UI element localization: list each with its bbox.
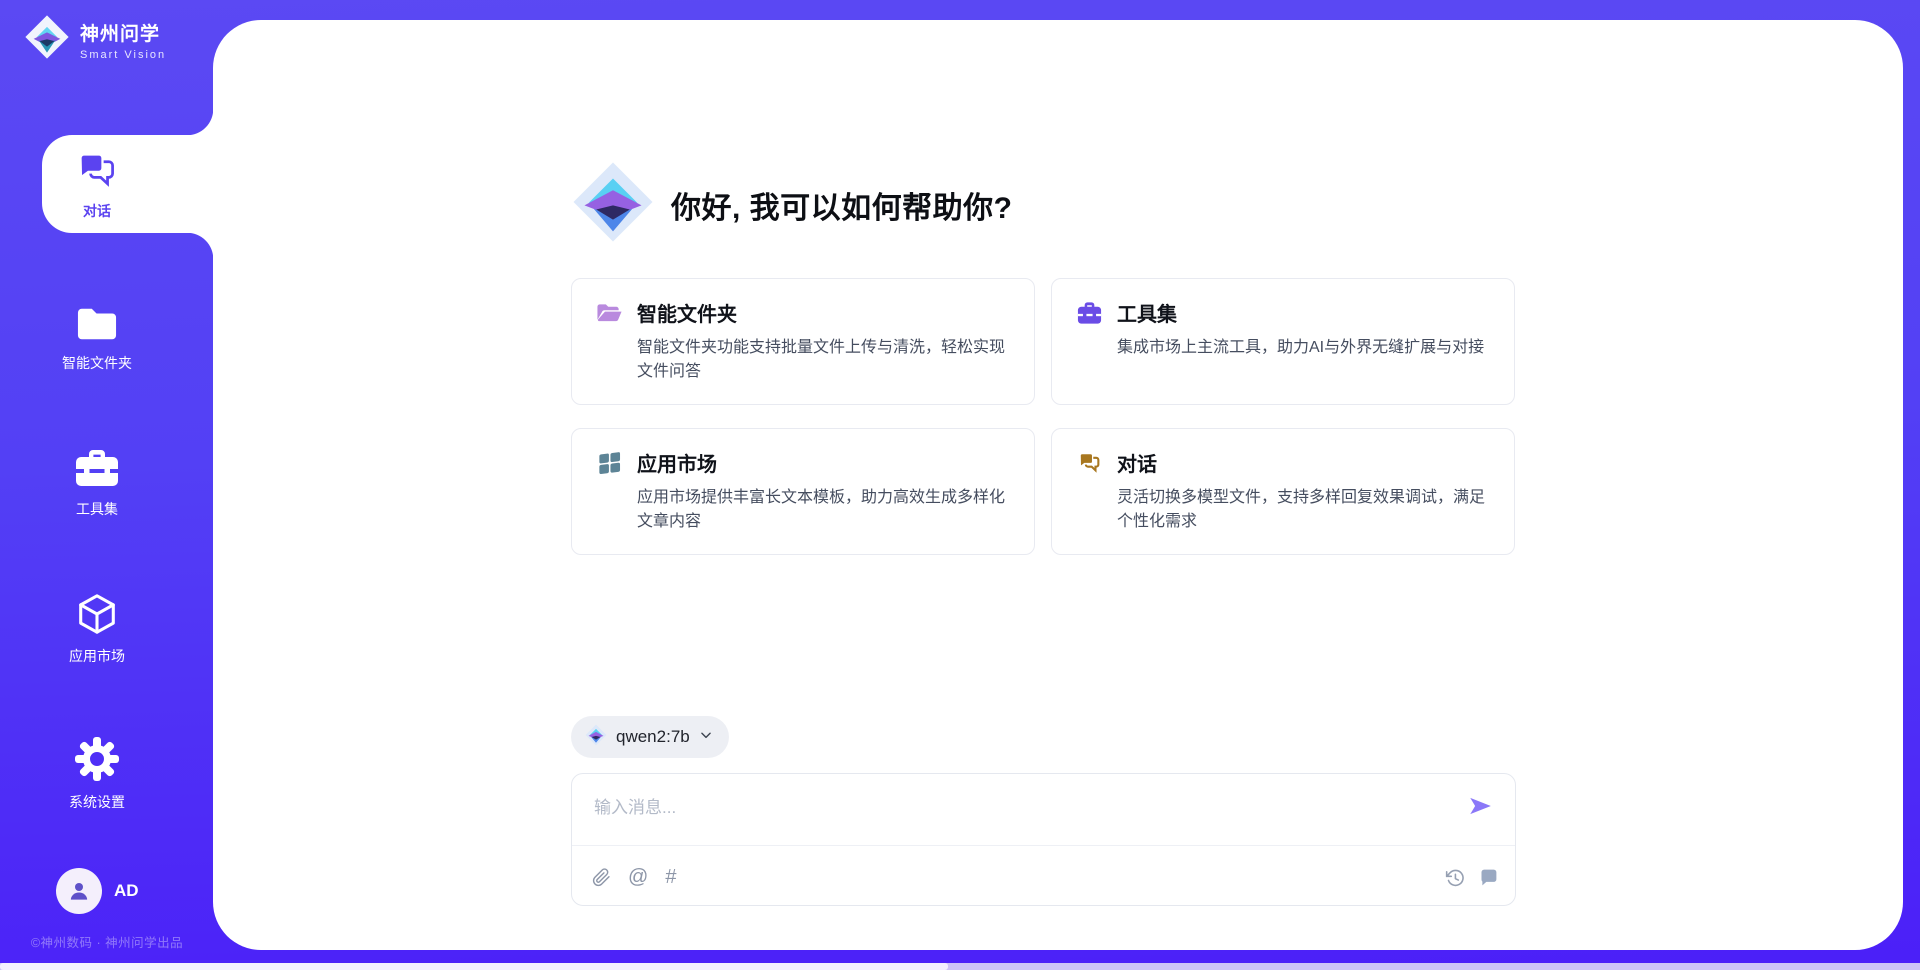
sidebar-item-smart-folder[interactable]: 智能文件夹 [0,288,194,388]
send-button[interactable] [1465,792,1495,822]
sidebar-item-label: 系统设置 [69,792,125,812]
at-icon[interactable]: @ [628,867,648,887]
sidebar-item-label: 应用市场 [69,646,125,666]
grid-cube-icon [596,450,623,476]
sidebar-item-label: 对话 [83,201,111,221]
send-icon [1467,793,1493,822]
card-app-market[interactable]: 应用市场 应用市场提供丰富长文本模板，助力高效生成多样化文章内容 [571,428,1035,555]
message-composer: @ # [571,773,1516,906]
main-panel: 你好, 我可以如何帮助你? 智能文件夹 智能文件夹功能支持批量文件 [213,20,1903,950]
scrollbar-thumb[interactable] [0,963,948,970]
card-title: 应用市场 [637,448,717,477]
folder-icon [74,304,120,344]
briefcase-icon [1076,300,1103,326]
sidebar-item-chat[interactable]: 对话 [0,135,194,233]
open-folder-icon [596,301,623,325]
copyright-text: ©神州数码 · 神州问学出品 [10,932,204,951]
model-name: qwen2:7b [616,727,690,747]
composer-divider [572,845,1515,846]
page-title: 你好, 我可以如何帮助你? [671,183,1013,227]
chat-bubbles-icon [74,148,120,192]
sidebar-item-toolbox[interactable]: 工具集 [0,432,194,532]
brand-logo: 神州问学 Smart Vision [24,14,166,65]
card-description: 灵活切换多模型文件，支持多样回复效果调试，满足个性化需求 [1117,486,1499,534]
chevron-down-icon [699,728,713,747]
user-account[interactable]: AD [56,868,139,914]
brand-diamond-icon [24,14,70,65]
cube-icon [74,591,120,637]
horizontal-scrollbar[interactable] [0,963,1920,970]
sidebar-item-settings[interactable]: 系统设置 [0,723,194,823]
card-title: 工具集 [1117,298,1177,327]
paperclip-icon[interactable] [592,868,611,887]
model-diamond-icon [585,724,607,751]
brand-subtitle: Smart Vision [80,49,166,61]
chat-bubbles-icon [1076,450,1103,475]
card-smart-folder[interactable]: 智能文件夹 智能文件夹功能支持批量文件上传与清洗，轻松实现文件问答 [571,278,1035,405]
brand-name: 神州问学 [80,19,166,46]
sidebar-item-label: 工具集 [76,499,118,519]
gear-icon [73,735,121,783]
card-title: 智能文件夹 [637,298,737,327]
card-description: 应用市场提供丰富长文本模板，助力高效生成多样化文章内容 [637,486,1019,534]
toolbox-icon [73,446,121,490]
card-title: 对话 [1117,448,1157,477]
composer-tools-right [1445,867,1499,888]
avatar [56,868,102,914]
greeting-block: 你好, 我可以如何帮助你? [571,160,1013,249]
user-initials: AD [114,881,139,901]
model-selector[interactable]: qwen2:7b [571,716,729,758]
message-input[interactable] [594,788,1414,828]
sidebar-item-label: 智能文件夹 [62,353,132,373]
hero-diamond-icon [571,160,655,249]
history-icon[interactable] [1445,868,1465,888]
app-window: 神州问学 Smart Vision 对话 智能文件夹 [0,0,1920,970]
composer-tools-left: @ # [592,867,676,887]
card-chat[interactable]: 对话 灵活切换多模型文件，支持多样回复效果调试，满足个性化需求 [1051,428,1515,555]
card-description: 智能文件夹功能支持批量文件上传与清洗，轻松实现文件问答 [637,336,1019,384]
sidebar: 神州问学 Smart Vision 对话 智能文件夹 [0,0,213,970]
sidebar-item-app-market[interactable]: 应用市场 [0,578,194,678]
comment-icon[interactable] [1478,867,1499,888]
card-toolbox[interactable]: 工具集 集成市场上主流工具，助力AI与外界无缝扩展与对接 [1051,278,1515,405]
feature-cards: 智能文件夹 智能文件夹功能支持批量文件上传与清洗，轻松实现文件问答 [571,278,1515,555]
hash-icon[interactable]: # [665,867,676,887]
card-description: 集成市场上主流工具，助力AI与外界无缝扩展与对接 [1117,336,1499,360]
